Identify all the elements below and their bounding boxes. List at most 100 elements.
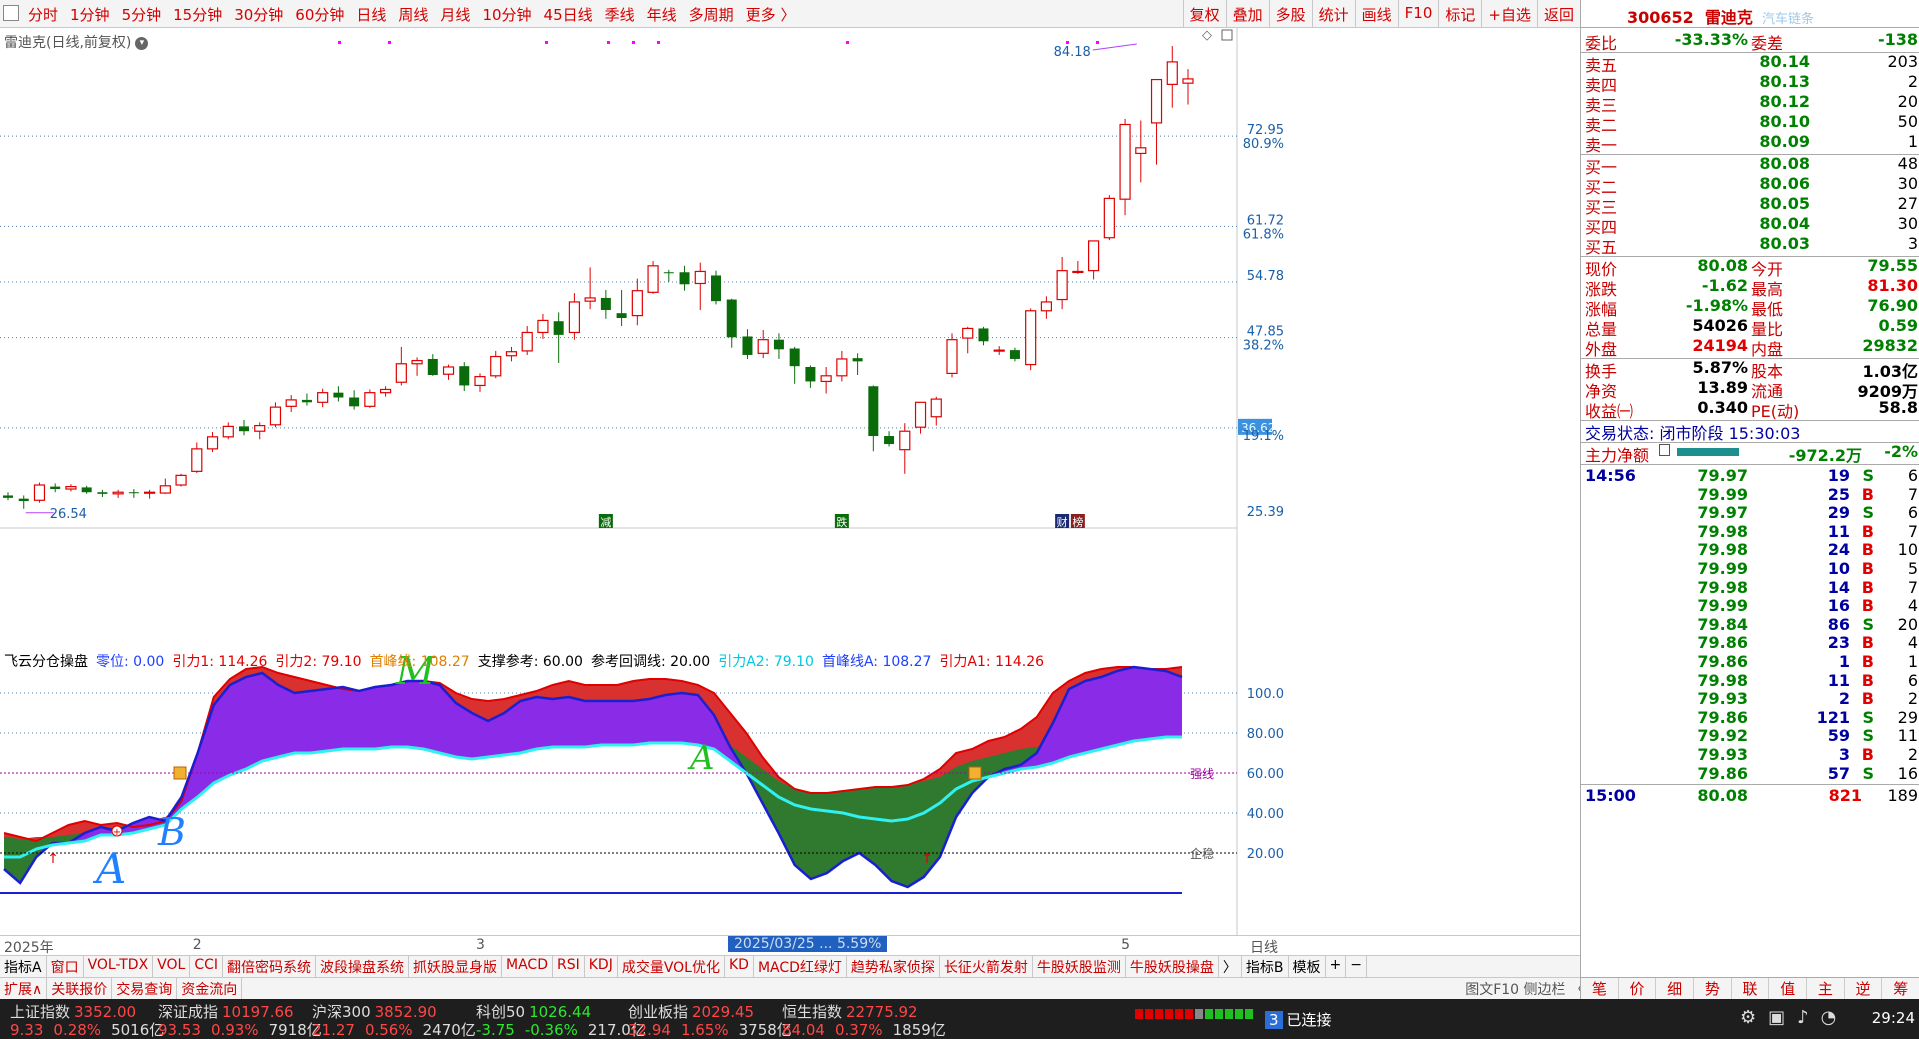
quote-footer-tab-0[interactable]: 笔 <box>1581 978 1619 999</box>
index-quote[interactable]: 深证成指 10197.66 93.53 0.93% 7918亿 <box>158 1001 322 1039</box>
period-tab-10[interactable]: 45日线 <box>544 4 593 25</box>
event-marker[interactable]: 减 <box>598 514 613 529</box>
indicator-tab-21[interactable]: + <box>1326 956 1347 977</box>
event-marker[interactable]: 跌 <box>834 514 849 529</box>
period-tab-6[interactable]: 日线 <box>356 4 386 25</box>
indicator-tab-6[interactable]: 波段操盘系统 <box>316 956 410 977</box>
candle <box>631 278 643 326</box>
extension-tab-0[interactable]: 扩展∧ <box>0 978 48 1000</box>
indicator-tab-15[interactable]: 长征火箭发射 <box>940 956 1033 977</box>
period-tab-11[interactable]: 季线 <box>605 4 635 25</box>
period-tab-0[interactable]: 分时 <box>28 4 58 25</box>
tool-button-1[interactable]: 叠加 <box>1225 0 1269 28</box>
tool-button-0[interactable]: 复权 <box>1182 0 1226 28</box>
period-tab-13[interactable]: 多周期 <box>689 4 734 25</box>
index-quote[interactable]: 科创50 1026.44 -3.75 -0.36% 217.0亿 <box>476 1001 646 1039</box>
indicator-tab-7[interactable]: 抓妖股显身版 <box>409 956 503 977</box>
index-quote[interactable]: 沪深300 3852.90 21.27 0.56% 2470亿 <box>312 1001 476 1039</box>
period-tab-1[interactable]: 1分钟 <box>70 4 110 25</box>
period-tab-8[interactable]: 月线 <box>440 4 470 25</box>
indicator-tab-14[interactable]: 趋势私家侦探 <box>847 956 940 977</box>
candle <box>112 489 124 498</box>
event-marker[interactable]: 榜 <box>1070 514 1085 529</box>
period-tab-7[interactable]: 周线 <box>398 4 428 25</box>
extension-tab-2[interactable]: 交易查询 <box>112 978 178 1000</box>
indicator-tab-0[interactable]: 指标A <box>0 956 47 977</box>
candle <box>442 364 455 380</box>
quote-footer-tab-1[interactable]: 价 <box>1619 978 1657 999</box>
quote-footer-tab-5[interactable]: 值 <box>1769 978 1808 999</box>
tool-button-4[interactable]: 画线 <box>1354 0 1398 28</box>
flow-detail-icon[interactable] <box>1659 444 1670 456</box>
indicator-tab-11[interactable]: 成交量VOL优化 <box>618 956 725 977</box>
indicator-tab-1[interactable]: 窗口 <box>47 956 84 977</box>
quote-row: 买五 80.03 3 <box>1585 234 1918 257</box>
period-tab-9[interactable]: 10分钟 <box>482 4 531 25</box>
event-marker[interactable]: 财 <box>1055 514 1070 529</box>
quote-footer-tab-4[interactable]: 联 <box>1732 978 1770 999</box>
indicator-tab-9[interactable]: RSI <box>553 956 585 977</box>
quote-footer-tab-2[interactable]: 细 <box>1656 978 1695 999</box>
index-quote[interactable]: 上证指数 3352.00 9.33 0.28% 5016亿 <box>10 1001 164 1039</box>
tool-button-2[interactable]: 多股 <box>1268 0 1312 28</box>
candle <box>711 270 721 305</box>
indicator-name[interactable]: 飞云分仓操盘 <box>4 654 88 670</box>
restore-icon[interactable] <box>1221 29 1233 41</box>
quote-footer-tab-7[interactable]: 逆 <box>1845 978 1883 999</box>
tool-button-6[interactable]: 标记 <box>1438 0 1481 28</box>
period-tab-14[interactable]: 更多 〉 <box>746 4 796 25</box>
quote-footer-tab-8[interactable]: 筹 <box>1882 978 1919 999</box>
indicator-tab-5[interactable]: 翻倍密码系统 <box>223 956 317 977</box>
chevron-down-icon[interactable]: ▾ <box>135 36 149 50</box>
indicator-tab-18[interactable]: 〉 <box>1219 956 1242 977</box>
indicator-tab-10[interactable]: KDJ <box>585 956 618 977</box>
quote-footer-tab-3[interactable]: 势 <box>1694 978 1732 999</box>
indicator-tab-8[interactable]: MACD <box>502 956 553 977</box>
indicator-tab-4[interactable]: CCI <box>190 956 224 977</box>
indicator-tab-13[interactable]: MACD红绿灯 <box>754 956 847 977</box>
extension-tab-1[interactable]: 关联报价 <box>47 978 113 1000</box>
index-quote[interactable]: 恒生指数 22775.92 84.04 0.37% 1859亿 <box>782 1001 946 1039</box>
candle <box>773 333 784 359</box>
sector-label[interactable]: 汽车链条 <box>1762 12 1814 27</box>
tool-button-3[interactable]: 统计 <box>1311 0 1355 28</box>
indicator-tab-12[interactable]: KD <box>725 956 754 977</box>
indicator-param: 首峰线A: 108.27 <box>821 654 932 670</box>
indicator-tab-2[interactable]: VOL-TDX <box>84 956 154 977</box>
menu-square-icon[interactable] <box>3 5 19 21</box>
clock-icon[interactable]: ◔ <box>1821 1007 1837 1028</box>
indicator-tab-20[interactable]: 模板 <box>1289 956 1326 977</box>
candle <box>537 313 549 339</box>
candlestick-chart[interactable]: 72.9580.9%61.7261.8%54.7847.8538.2%36.62… <box>0 28 1290 647</box>
candle <box>584 267 596 310</box>
divider <box>1581 784 1919 786</box>
period-tab-12[interactable]: 年线 <box>647 4 677 25</box>
tool-button-8[interactable]: 返回 <box>1536 0 1580 28</box>
monitor-icon[interactable]: ▣ <box>1768 1007 1785 1028</box>
connection-status[interactable]: 3 已连接 <box>1265 1009 1332 1030</box>
indicator-tab-22[interactable]: − <box>1346 956 1367 977</box>
candle <box>317 388 329 408</box>
price-tick-label: 25.39 <box>1247 505 1284 520</box>
index-quote[interactable]: 创业板指 2029.45 32.94 1.65% 3758亿 <box>628 1001 792 1039</box>
period-tab-4[interactable]: 30分钟 <box>234 4 283 25</box>
indicator-tab-3[interactable]: VOL <box>153 956 191 977</box>
candle <box>301 393 312 406</box>
indicator-chart[interactable]: 100.080.0060.0040.0020.00强线企稳↑ ↑+MAAB <box>0 647 1290 935</box>
tool-button-5[interactable]: F10 <box>1397 0 1439 28</box>
indicator-tab-16[interactable]: 牛股妖股监测 <box>1033 956 1126 977</box>
period-tab-3[interactable]: 15分钟 <box>173 4 222 25</box>
settings-icon[interactable]: ⚙ <box>1740 1007 1756 1028</box>
diamond-icon[interactable]: ◇ <box>1202 28 1212 43</box>
period-tab-5[interactable]: 60分钟 <box>295 4 344 25</box>
quote-footer-tab-6[interactable]: 主 <box>1807 978 1845 999</box>
bell-icon[interactable]: ♪ <box>1797 1007 1809 1028</box>
extension-tab-3[interactable]: 资金流向 <box>177 978 243 1000</box>
candle <box>1025 308 1037 371</box>
indicator-tab-17[interactable]: 牛股妖股操盘 <box>1126 956 1219 977</box>
f10-sidebar-toggle[interactable]: 图文F10 侧边栏 〈 <box>1465 979 1584 999</box>
indicator-tab-19[interactable]: 指标B <box>1242 956 1289 977</box>
period-tab-2[interactable]: 5分钟 <box>122 4 162 25</box>
tool-button-7[interactable]: +自选 <box>1481 0 1537 28</box>
stock-code: 300652 <box>1627 8 1694 27</box>
